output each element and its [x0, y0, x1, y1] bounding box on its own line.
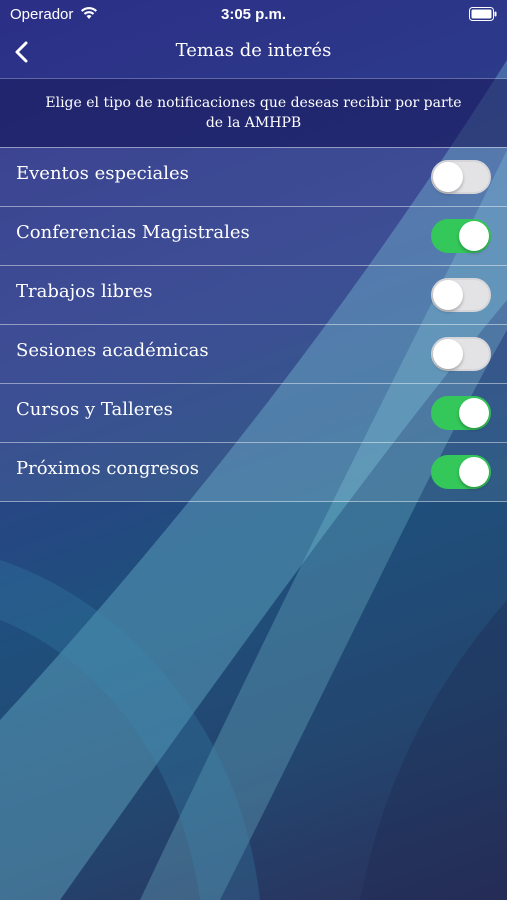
toggle-knob	[459, 221, 489, 251]
clock: 3:05 p.m.	[220, 6, 287, 23]
toggle-proximos-congresos[interactable]	[431, 455, 491, 489]
list-item: Trabajos libres	[0, 265, 507, 324]
screen: Operador 3:05 p.m. Temas de interés Elig…	[0, 0, 507, 900]
list-item: Próximos congresos	[0, 442, 507, 502]
page-title: Temas de interés	[175, 40, 332, 61]
list-item: Cursos y Talleres	[0, 383, 507, 442]
info-banner: Elige el tipo de notificaciones que dese…	[0, 79, 507, 147]
toggle-cursos-y-talleres[interactable]	[431, 396, 491, 430]
banner-text: Elige el tipo de notificaciones que dese…	[45, 95, 462, 131]
topic-label: Próximos congresos	[16, 458, 199, 479]
toggle-knob	[459, 457, 489, 487]
list-item: Eventos especiales	[0, 147, 507, 206]
topic-label: Conferencias Magistrales	[16, 222, 250, 243]
topic-label: Trabajos libres	[16, 281, 153, 302]
battery-icon	[469, 7, 497, 25]
toggle-knob	[433, 339, 463, 369]
toggle-trabajos-libres[interactable]	[431, 278, 491, 312]
topic-label: Sesiones académicas	[16, 340, 209, 361]
topic-label: Cursos y Talleres	[16, 399, 173, 420]
toggle-sesiones-academicas[interactable]	[431, 337, 491, 371]
toggle-knob	[433, 280, 463, 310]
toggle-eventos-especiales[interactable]	[431, 160, 491, 194]
list-item: Sesiones académicas	[0, 324, 507, 383]
topic-label: Eventos especiales	[16, 163, 189, 184]
toggle-knob	[433, 162, 463, 192]
status-bar: Operador 3:05 p.m.	[0, 0, 507, 28]
toggle-conferencias-magistrales[interactable]	[431, 219, 491, 253]
toggle-knob	[459, 398, 489, 428]
list-item: Conferencias Magistrales	[0, 206, 507, 265]
topics-list: Eventos especiales Conferencias Magistra…	[0, 147, 507, 502]
navigation-bar: Temas de interés	[0, 28, 507, 79]
